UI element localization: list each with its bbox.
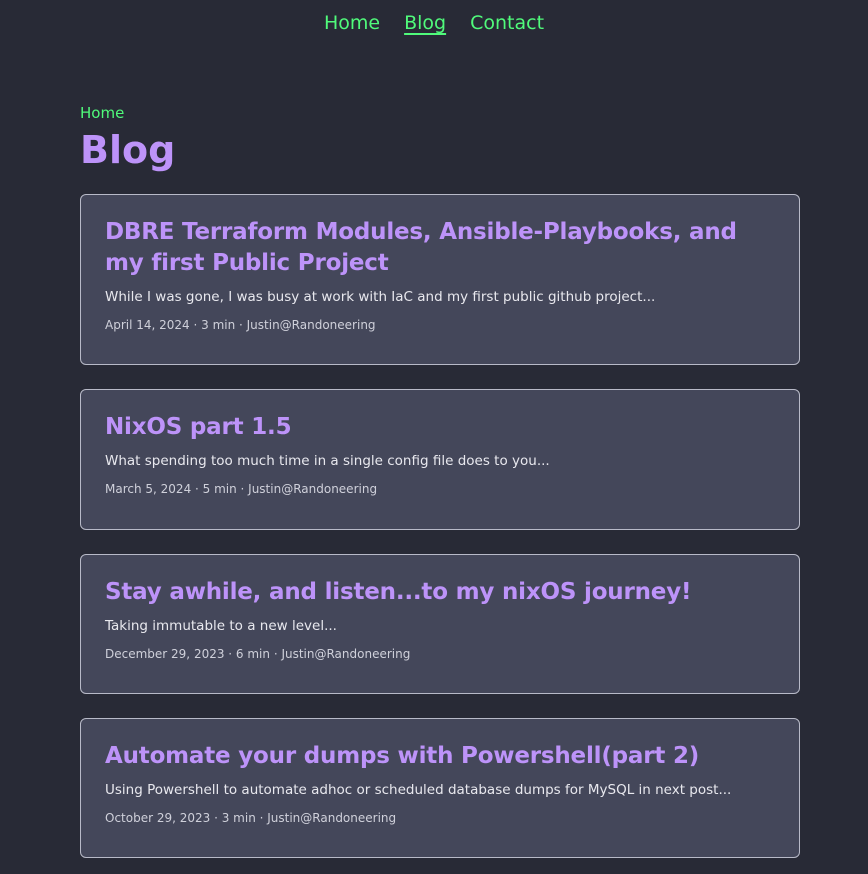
post-meta: October 29, 2023 · 3 min · Justin@Randon… bbox=[105, 811, 397, 825]
breadcrumb-home[interactable]: Home bbox=[80, 103, 124, 123]
post-meta: March 5, 2024 · 5 min · Justin@Randoneer… bbox=[105, 482, 378, 496]
post-card[interactable]: DBRE Terraform Modules, Ansible-Playbook… bbox=[80, 194, 800, 365]
post-summary: Using Powershell to automate adhoc or sc… bbox=[105, 782, 732, 798]
post-card[interactable]: NixOS part 1.5 What spending too much ti… bbox=[80, 389, 800, 530]
post-card[interactable]: Automate your dumps with Powershell(part… bbox=[80, 718, 800, 858]
nav-link-blog[interactable]: Blog bbox=[404, 9, 446, 37]
post-title[interactable]: Automate your dumps with Powershell(part… bbox=[105, 741, 775, 772]
post-summary: What spending too much time in a single … bbox=[105, 453, 550, 469]
post-card[interactable]: Stay awhile, and listen...to my nixOS jo… bbox=[80, 554, 800, 694]
post-meta: December 29, 2023 · 6 min · Justin@Rando… bbox=[105, 647, 411, 661]
top-nav: Home Blog Contact bbox=[0, 9, 868, 37]
post-title[interactable]: Stay awhile, and listen...to my nixOS jo… bbox=[105, 577, 775, 608]
nav-link-home[interactable]: Home bbox=[324, 9, 380, 37]
page-title: Blog bbox=[80, 128, 176, 172]
post-title[interactable]: NixOS part 1.5 bbox=[105, 412, 775, 443]
post-meta: April 14, 2024 · 3 min · Justin@Randonee… bbox=[105, 318, 376, 332]
nav-link-contact[interactable]: Contact bbox=[470, 9, 544, 37]
post-summary: While I was gone, I was busy at work wit… bbox=[105, 289, 656, 305]
post-title[interactable]: DBRE Terraform Modules, Ansible-Playbook… bbox=[105, 217, 775, 279]
post-summary: Taking immutable to a new level... bbox=[105, 618, 337, 634]
